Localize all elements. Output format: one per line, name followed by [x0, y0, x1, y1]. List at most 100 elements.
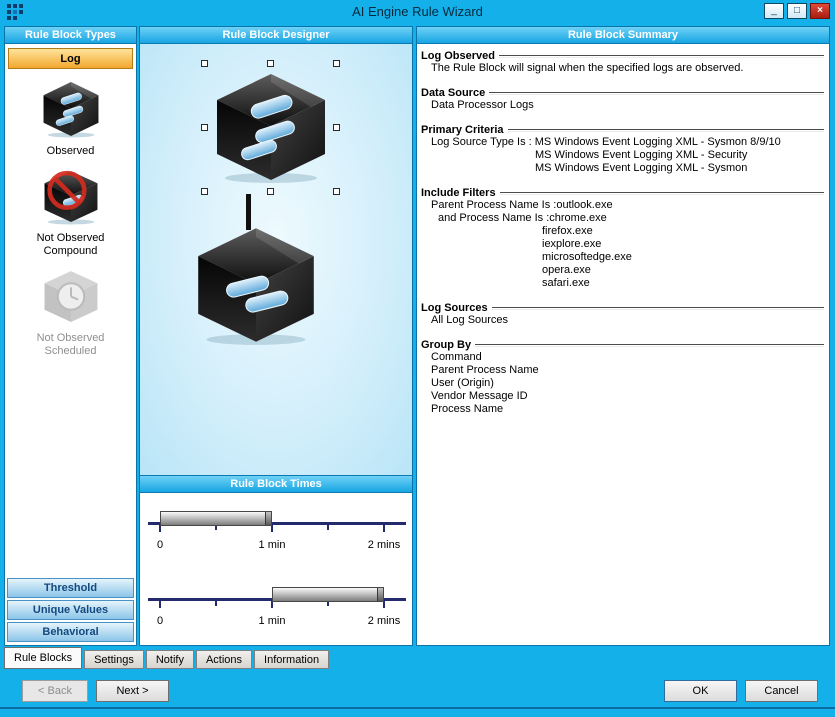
close-button[interactable]: × — [810, 3, 830, 19]
window-title: AI Engine Rule Wizard — [0, 4, 835, 19]
rule-block-times-area: 0 1 min 2 mins 0 1 min 2 mins — [140, 493, 412, 645]
summary-section-rule — [500, 192, 824, 195]
slider-range-bar[interactable] — [160, 511, 272, 526]
tab-notify[interactable]: Notify — [146, 650, 194, 669]
summary-line: Data Processor Logs — [421, 99, 824, 112]
summary-sections: Log ObservedThe Rule Block will signal w… — [417, 44, 829, 645]
rule-block-types-panel: Rule Block Types Log Observed — [4, 26, 137, 646]
rule-block-summary-panel: Rule Block Summary Log ObservedThe Rule … — [416, 26, 830, 646]
summary-line: opera.exe — [421, 264, 824, 277]
summary-section-title: Group By — [421, 339, 471, 351]
slider-tick — [327, 523, 329, 530]
slider-tick-label: 0 — [157, 615, 163, 627]
not-observed-scheduled-icon — [40, 267, 102, 325]
tab-settings[interactable]: Settings — [84, 650, 144, 669]
log-type-button[interactable]: Log — [8, 48, 133, 69]
summary-line: MS Windows Event Logging XML - Security — [421, 149, 824, 162]
summary-line: The Rule Block will signal when the spec… — [421, 62, 824, 75]
summary-line: Command — [421, 351, 824, 364]
type-label-not-observed-compound: Not Observed Compound — [25, 232, 117, 258]
summary-section-heading: Group By — [421, 339, 824, 351]
slider-tick — [215, 599, 217, 606]
type-item-not-observed-compound[interactable]: Not Observed Compound — [5, 167, 136, 258]
slider-tick-label: 2 mins — [368, 615, 400, 627]
rule-block-cube-top[interactable] — [211, 70, 331, 184]
type-item-not-observed-scheduled[interactable]: Not Observed Scheduled — [5, 267, 136, 358]
type-item-observed[interactable]: Observed — [5, 80, 136, 158]
slider-tick-label: 1 min — [259, 615, 286, 627]
selection-handle[interactable] — [201, 60, 208, 67]
rule-block-designer-panel: Rule Block Designer — [139, 26, 413, 646]
summary-section-heading: Primary Criteria — [421, 124, 824, 136]
summary-section: Include FiltersParent Process Name Is :o… — [421, 187, 824, 290]
summary-line: MS Windows Event Logging XML - Sysmon — [421, 162, 824, 175]
title-bar[interactable]: AI Engine Rule Wizard _ □ × — [0, 0, 835, 22]
selection-handle[interactable] — [267, 60, 274, 67]
summary-line: microsoftedge.exe — [421, 251, 824, 264]
back-button[interactable]: < Back — [22, 680, 88, 702]
type-label-not-observed-scheduled: Not Observed Scheduled — [25, 332, 117, 358]
summary-section-heading: Include Filters — [421, 187, 824, 199]
summary-section: Group ByCommandParent Process NameUser (… — [421, 339, 824, 416]
summary-line: firefox.exe — [421, 225, 824, 238]
type-category-buttons: Threshold Unique Values Behavioral — [5, 577, 136, 645]
cancel-button[interactable]: Cancel — [745, 680, 818, 702]
unique-values-button[interactable]: Unique Values — [7, 600, 134, 620]
behavioral-button[interactable]: Behavioral — [7, 622, 134, 642]
maximize-button[interactable]: □ — [787, 3, 807, 19]
selection-handle[interactable] — [333, 60, 340, 67]
tab-bar: Rule BlocksSettingsNotifyActionsInformat… — [4, 647, 331, 669]
slider-tick — [383, 522, 385, 532]
not-observed-compound-icon — [40, 167, 102, 225]
summary-section-heading: Log Observed — [421, 50, 824, 62]
summary-section-title: Primary Criteria — [421, 124, 504, 136]
time-slider: 0 1 min 2 mins — [140, 495, 412, 569]
time-slider: 0 1 min 2 mins — [140, 571, 412, 645]
tab-information[interactable]: Information — [254, 650, 329, 669]
slider-handle[interactable] — [265, 512, 271, 525]
slider-tick-label: 2 mins — [368, 539, 400, 551]
summary-line: and Process Name Is :chrome.exe — [421, 212, 824, 225]
tab-rule-blocks[interactable]: Rule Blocks — [4, 647, 82, 669]
slider-handle[interactable] — [377, 588, 383, 601]
rule-block-times-header: Rule Block Times — [140, 476, 412, 493]
ai-engine-rule-wizard-window: AI Engine Rule Wizard _ □ × Rule Block T… — [0, 0, 835, 717]
summary-line: Vendor Message ID — [421, 390, 824, 403]
summary-line: iexplore.exe — [421, 238, 824, 251]
threshold-button[interactable]: Threshold — [7, 578, 134, 598]
designer-canvas[interactable] — [140, 44, 412, 476]
rule-block-types-header: Rule Block Types — [5, 27, 136, 44]
summary-section-title: Log Sources — [421, 302, 488, 314]
summary-line: User (Origin) — [421, 377, 824, 390]
slider-tick — [159, 598, 161, 608]
selection-handle[interactable] — [201, 124, 208, 131]
selection-handle[interactable] — [333, 124, 340, 131]
summary-line: Process Name — [421, 403, 824, 416]
slider-range-bar[interactable] — [272, 587, 384, 602]
rule-block-summary-header: Rule Block Summary — [417, 27, 829, 44]
window-controls: _ □ × — [764, 3, 830, 19]
summary-section-title: Data Source — [421, 87, 485, 99]
rule-block-cube-bottom[interactable] — [186, 224, 326, 346]
summary-section-title: Log Observed — [421, 50, 495, 62]
rule-block-designer-header: Rule Block Designer — [140, 27, 412, 44]
selection-handle[interactable] — [333, 188, 340, 195]
tab-actions[interactable]: Actions — [196, 650, 252, 669]
selection-handle[interactable] — [267, 188, 274, 195]
summary-section-heading: Data Source — [421, 87, 824, 99]
selection-handle[interactable] — [201, 188, 208, 195]
slider-tick-label: 0 — [157, 539, 163, 551]
summary-section-rule — [492, 307, 824, 310]
summary-line: Log Source Type Is : MS Windows Event Lo… — [421, 136, 824, 149]
summary-section-title: Include Filters — [421, 187, 496, 199]
summary-line: All Log Sources — [421, 314, 824, 327]
ok-button[interactable]: OK — [664, 680, 737, 702]
summary-line: safari.exe — [421, 277, 824, 290]
slider-tick-label: 1 min — [259, 539, 286, 551]
minimize-button[interactable]: _ — [764, 3, 784, 19]
summary-section-heading: Log Sources — [421, 302, 824, 314]
next-button[interactable]: Next > — [96, 680, 169, 702]
summary-section: Primary CriteriaLog Source Type Is : MS … — [421, 124, 824, 175]
window-bottom-edge — [0, 707, 835, 709]
summary-line: Parent Process Name Is :outlook.exe — [421, 199, 824, 212]
